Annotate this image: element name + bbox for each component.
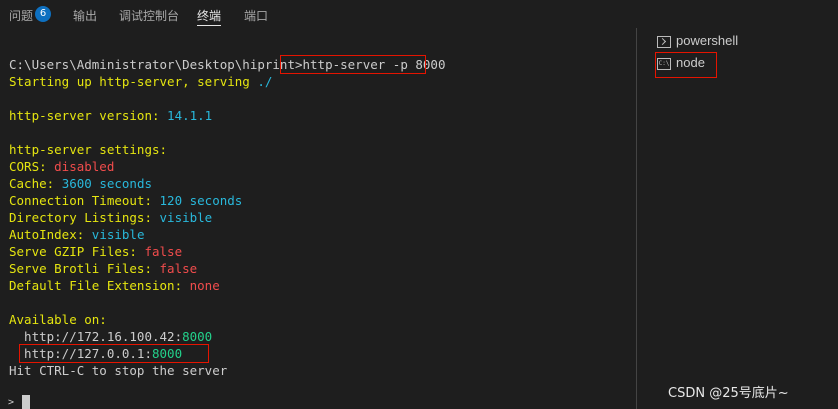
- terminal-list: powershell C:\ node: [636, 28, 838, 409]
- setting-value: 120 seconds: [159, 193, 243, 208]
- terminal-item-powershell[interactable]: powershell: [657, 31, 738, 51]
- setting-label: Connection Timeout:: [9, 193, 160, 208]
- node-highlight-box: [655, 52, 717, 78]
- tab-terminal-label: 终端: [197, 9, 222, 23]
- address-highlight-box: [19, 344, 209, 363]
- setting-cache: Cache: 3600 seconds: [9, 175, 152, 192]
- setting-value: 3600 seconds: [61, 176, 152, 191]
- stop-hint: Hit CTRL-C to stop the server: [9, 363, 228, 378]
- setting-value: none: [189, 278, 220, 293]
- setting-value: visible: [91, 227, 145, 242]
- setting-serve-brotli: Serve Brotli Files: false: [9, 260, 197, 277]
- address-port: 8000: [182, 329, 213, 344]
- setting-label: Serve GZIP Files:: [9, 244, 145, 259]
- setting-value: visible: [159, 210, 213, 225]
- settings-header: http-server settings:: [9, 142, 168, 157]
- setting-label: CORS:: [9, 159, 55, 174]
- prompt-chevron: >: [8, 397, 15, 408]
- terminal-cursor: [22, 395, 30, 409]
- version-value: 14.1.1: [167, 108, 213, 123]
- starting-line: Starting up http-server, serving ./: [9, 73, 272, 90]
- version-label: http-server version:: [9, 108, 168, 123]
- setting-value: false: [159, 261, 198, 276]
- starting-text: Starting up http-server, serving: [9, 74, 258, 89]
- active-tab-underline: [197, 25, 222, 26]
- command-highlight-box: [280, 55, 426, 74]
- version-line: http-server version: 14.1.1: [9, 107, 212, 124]
- setting-directory-listings: Directory Listings: visible: [9, 209, 212, 226]
- powershell-icon: [657, 35, 671, 48]
- available-on-label: Available on:: [9, 312, 107, 327]
- setting-default-extension: Default File Extension: none: [9, 277, 220, 294]
- setting-label: Directory Listings:: [9, 210, 160, 225]
- serving-path: ./: [257, 74, 273, 89]
- setting-value: false: [144, 244, 183, 259]
- setting-cors: CORS: disabled: [9, 158, 114, 175]
- tab-ports[interactable]: 端口: [244, 7, 268, 24]
- problems-count-badge: 6: [35, 6, 51, 22]
- terminal-output[interactable]: C:\Users\Administrator\Desktop\hiprint> h…: [0, 28, 636, 409]
- address-line: http://172.16.100.42:8000: [9, 328, 212, 345]
- tab-problems[interactable]: 问题: [9, 7, 33, 24]
- panel-tab-bar: 问题 6 输出 调试控制台 终端 端口: [0, 0, 838, 28]
- setting-label: Default File Extension:: [9, 278, 190, 293]
- tab-output[interactable]: 输出: [73, 7, 97, 24]
- setting-autoindex: AutoIndex: visible: [9, 226, 144, 243]
- setting-label: Cache:: [9, 176, 62, 191]
- address-host: http://172.16.100.42:: [9, 329, 183, 344]
- setting-label: AutoIndex:: [9, 227, 92, 242]
- tab-terminal[interactable]: 终端: [197, 7, 222, 26]
- tab-debug-console[interactable]: 调试控制台: [119, 7, 179, 24]
- setting-connection-timeout: Connection Timeout: 120 seconds: [9, 192, 242, 209]
- setting-label: Serve Brotli Files:: [9, 261, 160, 276]
- setting-serve-gzip: Serve GZIP Files: false: [9, 243, 182, 260]
- terminal-item-label: powershell: [676, 33, 739, 48]
- watermark: CSDN @25号底片~: [668, 386, 789, 401]
- prompt-path: C:\Users\Administrator\Desktop\hiprint>: [9, 57, 303, 72]
- setting-value: disabled: [54, 159, 115, 174]
